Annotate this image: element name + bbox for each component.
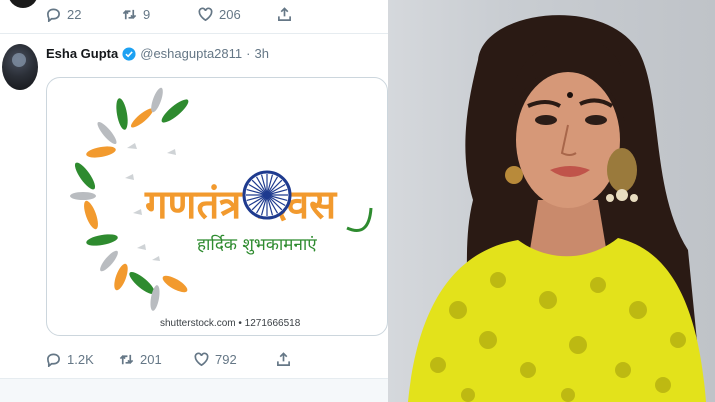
reply-button[interactable]: 1.2K [46,352,119,367]
feed-gap [0,379,388,402]
share-icon [277,352,290,366]
avatar[interactable] [2,44,38,90]
like-icon [194,352,209,367]
ashoka-chakra-icon [242,170,292,220]
greeting-title: गणतंत्र दिवस [144,181,338,228]
like-icon [198,7,213,22]
like-button[interactable]: 792 [194,352,276,367]
portrait-photo [388,0,715,402]
reply-count: 1.2K [67,352,94,367]
like-button[interactable]: 206 [198,7,277,22]
portrait-illustration [408,15,706,402]
reply-button[interactable]: 22 [46,7,122,22]
reply-icon [47,353,60,367]
tweet-timestamp[interactable]: 3h [254,46,268,61]
previous-tweet-actions: 22 9 206 [46,7,292,22]
tweet-divider [0,33,388,34]
tweet-image-card[interactable]: गणतंत्र दिवस हार्दिक शुभकामनाएं [46,77,388,336]
tweet-feed: 22 9 206 Esha Gupta @eshagupta2811 · 3h [0,0,388,402]
tweet-header: Esha Gupta @eshagupta2811 · 3h [46,46,269,61]
retweet-count: 9 [143,7,151,22]
reply-count: 22 [67,7,82,22]
separator-dot: · [246,46,251,61]
retweet-count: 201 [140,352,162,367]
share-button[interactable] [277,7,292,22]
tweet-actions: 1.2K 201 792 [46,352,291,367]
previous-tweet-avatar[interactable] [8,0,38,8]
like-count: 792 [215,352,237,367]
author-handle[interactable]: @eshagupta2811 [140,46,242,61]
retweet-icon [122,9,137,20]
like-count: 206 [219,7,241,22]
retweet-button[interactable]: 201 [119,352,194,367]
verified-badge-icon [122,46,136,61]
retweet-icon [119,354,134,365]
republic-day-greeting-image: गणतंत्र दिवस हार्दिक शुभकामनाएं [70,87,373,311]
share-icon [278,7,291,21]
reply-icon [47,8,60,22]
image-watermark: shutterstock.com • 1271666518 [160,318,301,329]
greeting-subtitle: हार्दिक शुभकामनाएं [197,234,317,255]
author-name[interactable]: Esha Gupta [46,46,118,61]
retweet-button[interactable]: 9 [122,7,198,22]
share-button[interactable] [276,352,291,367]
